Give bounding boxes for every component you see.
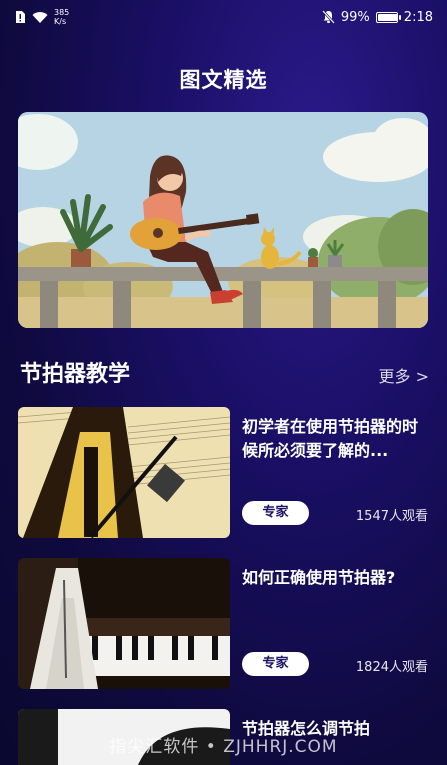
article-title: 初学者在使用节拍器的时候所必须要了解的... [242, 417, 419, 460]
battery-percent: 99% [340, 9, 370, 25]
watermark: 指尖汇软件 • ZJHHRJ.COM [109, 737, 338, 757]
expert-badge: 专家 [242, 501, 309, 525]
article-thumbnail [18, 407, 230, 538]
status-bar: 385 K/s 99% 2:18 [0, 0, 447, 34]
metronome-sheet-music-image [18, 407, 230, 538]
view-count: 1547人观看 [355, 509, 428, 524]
article-card[interactable]: 初学者在使用节拍器的时候所必须要了解的... 专家 1547人观看 [18, 407, 428, 538]
sim-alert-icon [16, 11, 25, 23]
network-speed: 385 K/s [54, 8, 70, 26]
guitar-girl-illustration [18, 112, 428, 328]
section-title: 节拍器教学 [20, 362, 131, 387]
page-title: 图文精选 [179, 68, 268, 92]
status-right: 99% 2:18 [321, 9, 433, 25]
clock: 2:18 [403, 9, 433, 25]
view-count: 1824人观看 [355, 660, 428, 675]
more-link[interactable]: 更多 > [379, 363, 430, 387]
article-card[interactable]: 如何正确使用节拍器? 专家 1824人观看 [18, 558, 428, 689]
metronome-piano-image [18, 558, 230, 689]
wifi-icon [32, 11, 48, 23]
battery-icon [375, 11, 401, 23]
battery-fill [377, 13, 398, 21]
article-title: 如何正确使用节拍器? [242, 568, 396, 587]
mute-bell-icon [321, 10, 335, 24]
article-thumbnail [18, 558, 230, 689]
status-left: 385 K/s [14, 8, 69, 26]
expert-badge: 专家 [242, 652, 309, 676]
featured-banner[interactable] [18, 112, 428, 328]
